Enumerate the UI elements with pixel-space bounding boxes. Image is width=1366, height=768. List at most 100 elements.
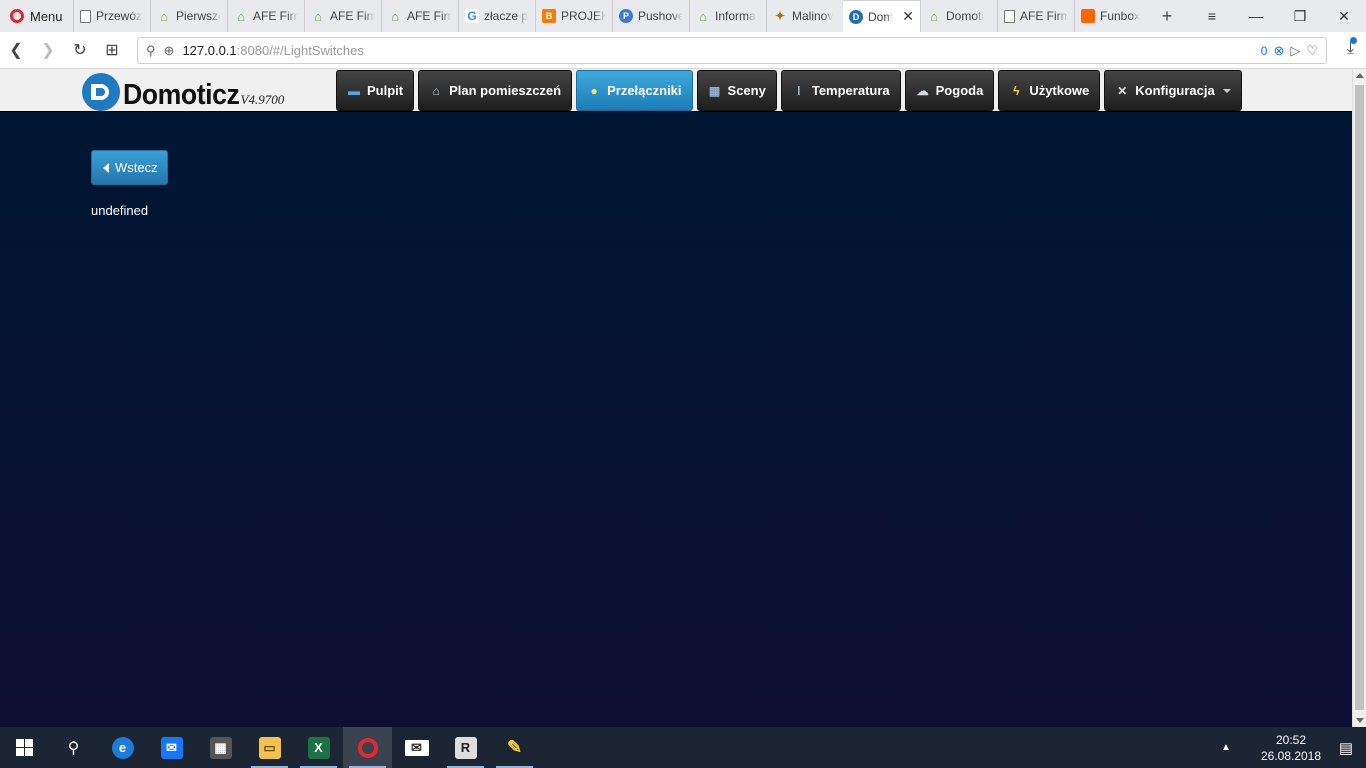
app-icon: R	[454, 736, 477, 759]
speed-dial-icon[interactable]: ⊞	[96, 40, 128, 60]
clock[interactable]: 20:52 26.08.2018	[1236, 732, 1326, 764]
menu-item-setup[interactable]: ✕ Konfiguracja	[1104, 70, 1242, 111]
windows-taskbar: ⚲ e ✉ ▦ ▭ X ✉ R ✎ ▲ 20:52 26.08.2018 ▤	[0, 727, 1366, 768]
browser-tab[interactable]: Gzłacze p	[458, 0, 535, 32]
url-host: 127.0.0.1	[182, 43, 237, 58]
scrollbar-thumb[interactable]	[1355, 85, 1364, 710]
browser-tab[interactable]: ⌂ Informa	[689, 0, 766, 32]
orange-icon	[1081, 9, 1095, 23]
taskbar-calculator[interactable]: ▦	[196, 727, 245, 768]
menu-label: Pulpit	[367, 83, 404, 98]
taskbar-mail[interactable]: ✉	[392, 727, 441, 768]
browser-tab[interactable]: ⌂ AFE Firm	[304, 0, 381, 32]
domoticz-logo-icon	[82, 73, 120, 111]
excel-icon: X	[307, 736, 330, 759]
url-path: :8080/#/LightSwitches	[236, 43, 364, 58]
start-button[interactable]	[0, 727, 49, 768]
browser-tab[interactable]: AFE Firm	[997, 0, 1074, 32]
clock-date: 26.08.2018	[1260, 748, 1322, 763]
taskbar-paint[interactable]: ✎	[490, 727, 539, 768]
tab-menu-icon[interactable]: ≡	[1190, 8, 1234, 24]
utility-icon: ϟ	[1013, 83, 1020, 98]
system-tray: ▲ 20:52 26.08.2018 ▤	[1216, 727, 1366, 768]
tab-label: Malinov	[792, 9, 834, 23]
back-button[interactable]: Wstecz	[91, 150, 168, 185]
main-menu: ▬ Pulpit ⌂ Plan pomieszczeń ● Przełączniki …	[336, 70, 1242, 111]
close-window-icon[interactable]: ✕	[1322, 8, 1366, 25]
opera-menu-label: Menu	[30, 8, 63, 24]
notification-icon[interactable]: ▤	[1326, 727, 1366, 768]
browser-tab[interactable]: ⌂ Pierwsze	[150, 0, 227, 32]
taskbar-search-button[interactable]: ⚲	[49, 727, 98, 768]
new-tab-button[interactable]: +	[1152, 0, 1182, 32]
adblock-icon[interactable]: ⊗	[1273, 43, 1284, 59]
url-field[interactable]: ⚲ ⊕ 127.0.0.1:8080/#/LightSwitches 0 ⊗ ▷…	[137, 37, 1327, 64]
taskbar-opera[interactable]	[343, 727, 392, 768]
menu-item-scenes[interactable]: ▦ Sceny	[696, 70, 777, 111]
taskbar-app[interactable]: R	[441, 727, 490, 768]
browser-tab[interactable]: ⌂ Domoti	[920, 0, 997, 32]
version-label: V4.9700	[240, 92, 285, 107]
back-nav-icon[interactable]: ❮	[0, 40, 32, 60]
opera-logo-icon	[10, 9, 24, 23]
close-tab-icon[interactable]: ✕	[902, 8, 914, 25]
messenger-icon: ✉	[160, 736, 183, 759]
domoticz-logo[interactable]: Domoticz V4.9700	[82, 73, 284, 111]
browser-tab[interactable]: Funbox	[1074, 0, 1152, 32]
taskbar-edge[interactable]: e	[98, 727, 147, 768]
opera-icon	[357, 737, 378, 758]
domoticz-icon: D	[849, 9, 863, 24]
document-icon	[1004, 9, 1015, 23]
search-icon: ⚲	[146, 42, 156, 58]
menu-label: Pogoda	[935, 83, 984, 98]
menu-label: Sceny	[727, 83, 766, 98]
tab-label: AFE Firm	[253, 9, 298, 23]
taskbar-explorer[interactable]: ▭	[245, 727, 294, 768]
tab-label: Pushove	[638, 9, 683, 23]
main-content: Wstecz undefined	[0, 112, 1352, 727]
windows-logo-icon	[16, 739, 33, 756]
menu-item-switches[interactable]: ● Przełączniki	[576, 70, 693, 111]
browser-tab-active[interactable]: D Dom ✕	[843, 0, 920, 32]
menu-label: Temperatura	[811, 83, 890, 98]
domoticz-header: Domoticz V4.9700 ▬ Pulpit ⌂ Plan pomieszcz…	[0, 69, 1352, 112]
taskbar-messenger[interactable]: ✉	[147, 727, 196, 768]
adblock-count[interactable]: 0	[1261, 44, 1268, 58]
browser-tab[interactable]: ✦ Malinov	[766, 0, 843, 32]
content-text: undefined	[91, 203, 149, 218]
paint-palette-icon: ✎	[506, 737, 523, 757]
tab-label: Przewóz	[96, 9, 143, 23]
tab-label: Funbox	[1100, 9, 1141, 23]
browser-tab[interactable]: ⌂ AFE Firm	[227, 0, 304, 32]
reload-icon[interactable]: ↻	[64, 40, 96, 60]
minimize-icon[interactable]: —	[1234, 8, 1278, 24]
menu-label: Plan pomieszczeń	[449, 83, 562, 98]
menu-item-temperature[interactable]: ǀ Temperatura	[780, 70, 901, 111]
menu-item-floorplans[interactable]: ⌂ Plan pomieszczeń	[418, 70, 573, 111]
menu-item-utility[interactable]: ϟ Użytkowe	[998, 70, 1101, 111]
menu-item-weather[interactable]: ☁ Pogoda	[904, 70, 995, 111]
tools-icon: ✕	[1117, 83, 1128, 98]
send-icon[interactable]: ▷	[1290, 43, 1300, 59]
document-icon	[80, 9, 91, 23]
search-icon: ⚲	[67, 739, 80, 757]
forward-nav-icon[interactable]: ❯	[32, 40, 64, 60]
page-scrollbar[interactable]	[1352, 69, 1366, 727]
scroll-up-icon[interactable]	[1356, 73, 1364, 78]
tab-label: AFE Firm	[1020, 9, 1068, 23]
menu-item-dashboard[interactable]: ▬ Pulpit	[336, 70, 415, 111]
address-bar: ❮ ❯ ↻ ⊞ ⚲ ⊕ 127.0.0.1:8080/#/LightSwitch…	[0, 32, 1366, 69]
tab-label: Dom	[868, 9, 894, 24]
heart-icon[interactable]: ♡	[1306, 43, 1318, 59]
tab-label: Pierwsze	[176, 9, 221, 23]
raspberry-icon: ✦	[774, 9, 786, 23]
browser-tab[interactable]: Przewóz	[73, 0, 150, 32]
opera-menu-button[interactable]: Menu	[0, 0, 73, 32]
scroll-down-icon[interactable]	[1356, 718, 1364, 723]
taskbar-excel[interactable]: X	[294, 727, 343, 768]
browser-tab[interactable]: B PROJEKT	[535, 0, 612, 32]
browser-tab[interactable]: P Pushove	[612, 0, 689, 32]
chevron-up-icon[interactable]: ▲	[1216, 742, 1236, 753]
maximize-icon[interactable]: ❐	[1278, 8, 1322, 25]
browser-tab[interactable]: ⌂ AFE Firm	[381, 0, 458, 32]
